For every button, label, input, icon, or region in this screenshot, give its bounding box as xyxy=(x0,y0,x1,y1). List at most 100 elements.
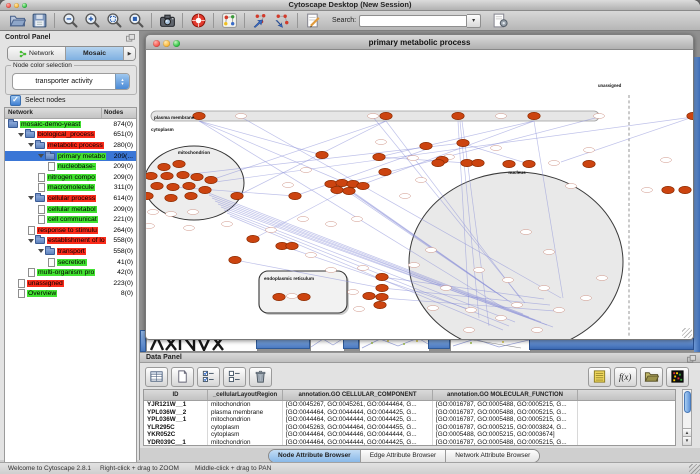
unselect-attributes-icon xyxy=(227,369,242,384)
expand-arrow-icon[interactable] xyxy=(18,133,24,137)
network-canvas[interactable]: plasma membranecytoplasmmitochondrionnuc… xyxy=(145,50,694,340)
expand-arrow-icon[interactable] xyxy=(38,154,44,158)
tree-row[interactable]: primary metabo209(... xyxy=(5,151,136,162)
column-header[interactable]: annotation.GO CELLULAR_COMPONENT xyxy=(283,390,433,400)
search-settings-icon[interactable] xyxy=(489,11,511,30)
row-id: YPL036W__2 xyxy=(144,409,208,417)
save-button[interactable] xyxy=(28,11,50,30)
tree-row[interactable]: nitrogen compo209(0) xyxy=(5,172,136,183)
table-row[interactable]: YLR295Ccytoplasm[GO:0045263, GO:0044464,… xyxy=(144,424,675,432)
tree-row[interactable]: cellular metabol209(0) xyxy=(5,204,136,215)
search-dropdown-button[interactable]: ▾ xyxy=(467,14,481,28)
annotation-button[interactable] xyxy=(302,11,324,30)
table-row[interactable]: YKR052Ccytoplasm[GO:0044464, GO:0044446,… xyxy=(144,431,675,439)
tree-row[interactable]: nucleobase-209(0) xyxy=(5,161,136,172)
tree-row[interactable]: macromolecule311(0) xyxy=(5,183,136,194)
tree-row[interactable]: metabolic process280(0) xyxy=(5,140,136,151)
network-view-window[interactable]: primary metabolic process plasma membran… xyxy=(145,34,694,340)
main-titlebar[interactable]: Cytoscape Desktop (New Session) xyxy=(0,0,700,11)
select-attributes-button[interactable] xyxy=(197,367,220,387)
unselect-attributes-button[interactable] xyxy=(223,367,246,387)
toolbar-separator xyxy=(151,13,152,28)
matrix-view-button[interactable] xyxy=(588,367,611,387)
zoom-in-button[interactable] xyxy=(81,11,103,30)
tree-row[interactable]: transport558(0) xyxy=(5,246,136,257)
tab-edge-attribute-browser[interactable]: Edge Attribute Browser xyxy=(361,450,446,462)
status-zoom-hint: Right-click + drag to ZOOM xyxy=(100,463,179,474)
attribute-table-scrollbar[interactable]: ▲ ▼ xyxy=(682,389,692,446)
tree-row[interactable]: mosaic-demo-yeast874(0) xyxy=(5,119,136,130)
help-button[interactable] xyxy=(187,11,209,30)
nodes-column-header[interactable]: Nodes xyxy=(102,108,136,118)
tree-row[interactable]: establishment of lo558(0) xyxy=(5,236,136,247)
scroll-down-button[interactable]: ▼ xyxy=(683,436,691,445)
network-view-titlebar[interactable]: primary metabolic process xyxy=(145,34,694,50)
column-header[interactable]: _cellularLayoutRegion xyxy=(208,390,283,400)
tree-row[interactable]: response to stimulu264(0) xyxy=(5,225,136,236)
table-row[interactable]: YDR039C__1mitochondrion[GO:0044464, GO:0… xyxy=(144,439,675,446)
zoom-selected-region-button[interactable] xyxy=(103,11,125,30)
attribute-table-button[interactable] xyxy=(145,367,168,387)
tab-mosaic[interactable]: Mosaic xyxy=(66,47,124,60)
float-panel-icon[interactable] xyxy=(126,34,135,42)
node-count: 221(0) xyxy=(113,216,136,223)
cell-region: mitochondrion xyxy=(208,439,283,446)
tree-row[interactable]: cell communicat221(0) xyxy=(5,214,136,225)
zoom-out-button[interactable] xyxy=(59,11,81,30)
tree-row[interactable]: cellular process614(0) xyxy=(5,193,136,204)
network-view-title: primary metabolic process xyxy=(146,35,693,50)
node-color-combobox[interactable]: transporter activity ▲▼ xyxy=(12,73,130,90)
zoom-fit-button[interactable] xyxy=(125,11,147,30)
tree-row[interactable]: secretion41(0) xyxy=(5,257,136,268)
window-title: Cytoscape Desktop (New Session) xyxy=(0,0,700,10)
snapshot-icon xyxy=(159,12,176,29)
vizmapper-button[interactable] xyxy=(218,11,240,30)
tab-network[interactable]: Network xyxy=(8,47,66,60)
view-resize-grip[interactable] xyxy=(682,328,692,338)
tree-row[interactable]: biological_process651(0) xyxy=(5,130,136,141)
expand-arrow-icon[interactable] xyxy=(38,249,44,253)
snapshot-button[interactable] xyxy=(156,11,178,30)
column-header[interactable]: ID xyxy=(144,390,208,400)
file-icon xyxy=(48,258,55,267)
expand-arrow-icon[interactable] xyxy=(28,143,34,147)
heatmap-view-button[interactable] xyxy=(666,367,689,387)
node-count: 42(0) xyxy=(117,269,136,276)
tree-row[interactable]: multi-organism pro42(0) xyxy=(5,267,136,278)
new-attribute-button[interactable] xyxy=(171,367,194,387)
node-count: 41(0) xyxy=(117,259,136,266)
open-file-button[interactable] xyxy=(6,11,28,30)
tree-row[interactable]: Overview8(0) xyxy=(5,289,136,300)
node-color-combobox-value: transporter activity xyxy=(13,78,115,85)
status-pan-hint: Middle-click + drag to PAN xyxy=(195,463,271,474)
table-row[interactable]: YJR121W__1mitochondrion[GO:0045267, GO:0… xyxy=(144,401,675,409)
import-network-button[interactable] xyxy=(249,11,271,30)
toolbar-separator xyxy=(213,13,214,28)
cell-molecular-function: [GO:0016787, GO:0005488, GO:0005215, G..… xyxy=(433,401,578,409)
expand-arrow-icon[interactable] xyxy=(28,196,34,200)
select-nodes-label: Select nodes xyxy=(25,97,65,104)
scrollbar-thumb[interactable] xyxy=(684,391,691,413)
column-header-filler xyxy=(578,390,675,400)
modify-network-button[interactable] xyxy=(271,11,293,30)
expand-arrow-icon[interactable] xyxy=(28,239,34,243)
tree-row[interactable]: unassigned223(0) xyxy=(5,278,136,289)
view-close-button[interactable] xyxy=(153,40,160,47)
table-row[interactable]: YPL036W__2plasma membrane[GO:0044464, GO… xyxy=(144,409,675,417)
tab-overflow-button[interactable]: ▶ xyxy=(124,47,135,60)
search-input[interactable] xyxy=(359,15,467,27)
view-minimize-button[interactable] xyxy=(163,40,170,47)
table-row[interactable]: YPL036W__1mitochondrion[GO:0044464, GO:0… xyxy=(144,416,675,424)
select-nodes-checkbox[interactable]: ✓ xyxy=(10,95,21,106)
delete-attribute-button[interactable] xyxy=(249,367,272,387)
float-panel-icon[interactable] xyxy=(687,355,696,363)
formula-builder-button[interactable]: f(x) xyxy=(614,367,637,387)
view-zoom-button[interactable] xyxy=(173,40,180,47)
heatmap-view-icon xyxy=(670,369,685,384)
tab-node-attribute-browser[interactable]: Node Attribute Browser xyxy=(269,450,361,462)
window-resize-grip[interactable] xyxy=(689,464,700,474)
network-column-header[interactable]: Network xyxy=(5,108,102,118)
import-attributes-button[interactable] xyxy=(640,367,663,387)
tab-network-attribute-browser[interactable]: Network Attribute Browser xyxy=(446,450,539,462)
column-header[interactable]: annotation.GO MOLECULAR_FUNCTION xyxy=(433,390,578,400)
